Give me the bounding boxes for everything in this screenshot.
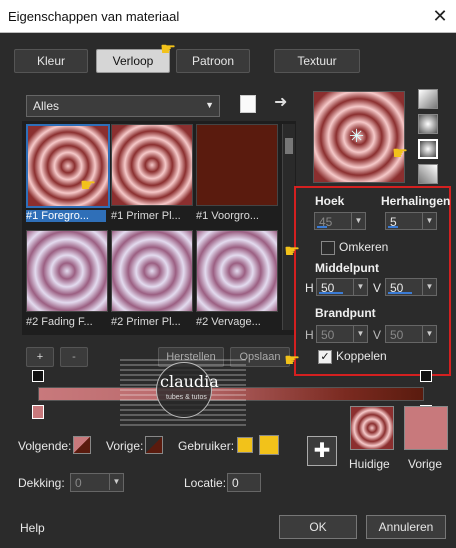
help-link[interactable]: Help	[20, 521, 45, 535]
previous-preview[interactable]	[404, 406, 448, 450]
close-icon[interactable]: ✕	[428, 4, 452, 28]
window-title: Eigenschappen van materiaal	[8, 9, 180, 24]
focal-h-value: 50	[321, 328, 335, 342]
gallery-thumb-1[interactable]	[26, 124, 110, 208]
location-value: 0	[232, 476, 239, 490]
cancel-button[interactable]: Annuleren	[366, 515, 446, 539]
chevron-down-icon[interactable]: ▼	[353, 326, 367, 342]
chevron-down-icon[interactable]: ▼	[422, 213, 436, 229]
chevron-down-icon: ▼	[205, 100, 214, 110]
watermark-sub: tubes & tutos	[166, 394, 207, 401]
link-label: Koppelen	[336, 349, 387, 363]
arrow-right-icon[interactable]: ➜	[274, 92, 287, 112]
remove-gradient-button[interactable]: -	[60, 347, 88, 367]
pointer-hand-icon: ☛	[284, 350, 301, 370]
focal-v-value: 50	[390, 328, 404, 342]
opacity-value: 0	[75, 476, 82, 490]
opacity-stepper[interactable]: 0 ▼	[70, 473, 124, 492]
chevron-down-icon[interactable]: ▼	[422, 279, 436, 295]
center-v-stepper[interactable]: 50 ▼	[385, 278, 437, 296]
invert-checkbox[interactable]	[321, 241, 335, 255]
add-gradient-button[interactable]: +	[26, 347, 54, 367]
center-h-stepper[interactable]: 50 ▼	[316, 278, 368, 296]
chevron-down-icon[interactable]: ▼	[109, 474, 123, 490]
focal-h-label: H	[305, 328, 314, 342]
pointer-hand-icon: ☛	[80, 175, 97, 195]
chevron-down-icon[interactable]: ▼	[353, 279, 367, 295]
center-v-label: V	[373, 281, 382, 295]
gallery-caption-2: #1 Primer Pl...	[111, 210, 181, 222]
tab-kleur[interactable]: Kleur	[14, 49, 88, 73]
watermark-logo: claudia tubes & tutos	[120, 356, 246, 426]
chevron-down-icon[interactable]: ▼	[422, 326, 436, 342]
opacity-label: Dekking:	[18, 476, 65, 490]
color-stop-start[interactable]	[32, 405, 44, 419]
current-label: Huidige	[349, 457, 390, 471]
radial-style-button[interactable]	[418, 164, 438, 184]
pointer-hand-icon: ☛	[392, 143, 409, 163]
angle-label: Hoek	[315, 194, 345, 208]
gallery-thumb-3[interactable]	[196, 124, 278, 206]
tab-verloop[interactable]: Verloop	[96, 49, 170, 73]
next-swatch[interactable]	[73, 436, 91, 454]
gallery-caption-4: #2 Fading F...	[26, 316, 93, 328]
rectangular-style-button[interactable]	[418, 114, 438, 134]
repeats-stepper[interactable]: 5 ▼	[385, 212, 437, 230]
tab-textuur[interactable]: Textuur	[274, 49, 360, 73]
center-point-icon[interactable]: ✳	[349, 126, 364, 147]
user-label: Gebruiker:	[178, 439, 235, 453]
repeats-label: Herhalingen	[381, 194, 451, 208]
chevron-down-icon[interactable]: ▼	[351, 213, 365, 229]
watermark-name: claudia	[160, 372, 219, 391]
focal-h-stepper[interactable]: 50 ▼	[316, 325, 368, 343]
invert-label: Omkeren	[339, 240, 389, 254]
center-h-label: H	[305, 281, 314, 295]
previous-preview-label: Vorige	[408, 457, 443, 471]
sunburst-style-button[interactable]	[418, 139, 438, 159]
focal-v-stepper[interactable]: 50 ▼	[385, 325, 437, 343]
previous-swatch[interactable]	[145, 436, 163, 454]
pointer-hand-icon: ☛	[284, 241, 301, 261]
link-checkbox[interactable]: ✓	[318, 350, 332, 364]
location-label: Locatie:	[184, 476, 227, 490]
user-swatch-2[interactable]	[259, 435, 279, 455]
focal-v-label: V	[373, 328, 382, 342]
next-label: Volgende:	[18, 439, 72, 453]
center-label: Middelpunt	[315, 261, 379, 275]
location-field[interactable]: 0	[227, 473, 261, 492]
opacity-stop-end[interactable]	[420, 370, 432, 382]
user-swatch-1[interactable]	[237, 437, 253, 453]
gallery-filter-select[interactable]: Alles ▼	[26, 95, 220, 117]
add-color-button[interactable]: ✚	[307, 436, 337, 466]
gallery-caption-1: #1 Foregro...	[26, 210, 106, 222]
gallery-thumb-2[interactable]	[111, 124, 193, 206]
gallery-caption-3: #1 Voorgro...	[196, 210, 259, 222]
opacity-stop-start[interactable]	[32, 370, 44, 382]
gallery-filter-value: Alles	[33, 99, 60, 113]
gallery-caption-5: #2 Primer Pl...	[111, 316, 181, 328]
tab-patroon[interactable]: Patroon	[176, 49, 250, 73]
focal-label: Brandpunt	[315, 306, 376, 320]
gallery-thumb-6[interactable]	[196, 230, 278, 312]
current-preview[interactable]	[350, 406, 394, 450]
pointer-hand-icon: ☛	[160, 39, 177, 59]
scroll-thumb[interactable]	[285, 138, 293, 154]
library-icon[interactable]	[240, 95, 256, 113]
gallery-thumb-5[interactable]	[111, 230, 193, 312]
gallery-thumb-4[interactable]	[26, 230, 108, 312]
gallery-caption-6: #2 Vervage...	[196, 316, 261, 328]
linear-style-button[interactable]	[418, 89, 438, 109]
ok-button[interactable]: OK	[279, 515, 357, 539]
previous-label: Vorige:	[106, 439, 144, 453]
angle-stepper[interactable]: 45 ▼	[314, 212, 366, 230]
